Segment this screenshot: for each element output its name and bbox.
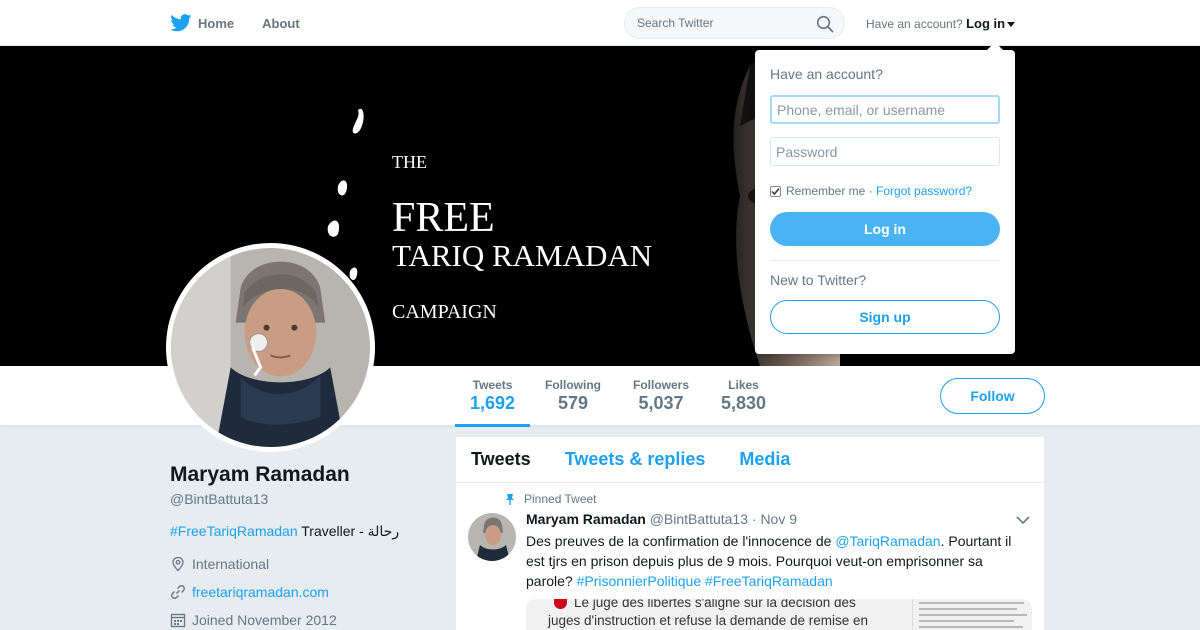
location-pin-icon (172, 556, 184, 572)
website-link[interactable]: freetariqramadan.com (192, 584, 329, 600)
remember-me-label[interactable]: Remember me (786, 184, 865, 198)
joined-text: Joined November 2012 (192, 612, 337, 628)
have-account-text: Have an account? (866, 17, 963, 31)
nav-about-link[interactable]: About (262, 16, 300, 31)
dropdown-title: Have an account? (770, 66, 883, 82)
chevron-down-icon[interactable] (1016, 515, 1030, 525)
tweet-mention-link[interactable]: @TariqRamadan (835, 533, 940, 549)
new-to-twitter-text: New to Twitter? (770, 272, 867, 288)
checkmark-icon (771, 187, 780, 195)
nav-home-link[interactable]: Home (198, 16, 234, 31)
search-input[interactable] (637, 16, 807, 30)
follow-button[interactable]: Follow (940, 378, 1045, 414)
media-document-right (912, 599, 1032, 630)
media-text-line (919, 614, 1027, 616)
media-text-line (919, 602, 1024, 604)
stat-label: Likes (728, 378, 759, 392)
media-line-2: juges d'instruction et refuse la demande… (548, 613, 869, 628)
tweet-author-handle[interactable]: @BintBattuta13 (650, 511, 748, 527)
media-document-left: Le juge des libertés s'aligne sur la déc… (526, 599, 910, 630)
media-text-line (919, 620, 1014, 622)
banner-name-text: TARIQ RAMADAN (392, 238, 652, 273)
stat-likes[interactable]: Likes 5,830 (721, 378, 766, 414)
tab-tweets-and-replies[interactable]: Tweets & replies (565, 449, 706, 470)
top-navigation-bar: Home About Have an account? Log in (0, 0, 1200, 46)
media-text-line (919, 608, 1017, 610)
search-box (624, 7, 845, 39)
remember-separator: · (865, 184, 877, 198)
username-field[interactable] (770, 95, 1000, 124)
tweet-header: Maryam Ramadan @BintBattuta13 · Nov 9 (526, 511, 797, 527)
login-button[interactable]: Log in (770, 212, 1000, 246)
remember-me-row: Remember me · Forgot password? (770, 184, 972, 198)
banner-free-text: FREE (392, 195, 495, 241)
banner-the-text: THE (392, 152, 427, 172)
bio-hashtag-link[interactable]: #FreeTariqRamadan (170, 523, 298, 539)
account-prompt: Have an account? Log in (866, 16, 1016, 31)
password-field[interactable] (770, 137, 1000, 166)
tweet-avatar[interactable] (468, 513, 516, 561)
nav-left: Home About (170, 0, 328, 46)
tweet-text-part-1: Des preuves de la confirmation de l'inno… (526, 533, 836, 549)
tweet-hashtag-link-2[interactable]: #FreeTariqRamadan (705, 573, 833, 589)
twitter-bird-icon[interactable] (170, 14, 192, 32)
profile-name: Maryam Ramadan (170, 463, 350, 486)
remember-me-checkbox[interactable] (770, 185, 781, 197)
timeline-tabs: Tweets Tweets & replies Media (456, 437, 1044, 483)
search-icon[interactable] (816, 15, 834, 33)
login-dropdown: Have an account? Remember me · Forgot pa… (755, 42, 1015, 354)
profile-location: International (170, 556, 269, 572)
profile-handle[interactable]: @BintBattuta13 (170, 491, 268, 507)
signup-button[interactable]: Sign up (770, 300, 1000, 334)
location-text: International (192, 556, 270, 572)
avatar-photo (171, 248, 370, 447)
calendar-icon (170, 613, 186, 628)
forgot-password-link[interactable]: Forgot password? (876, 184, 972, 198)
dropdown-divider (770, 260, 1000, 261)
red-bullet-icon (554, 599, 567, 609)
stat-label: Following (545, 378, 601, 392)
campaign-banner-art: THE FREE TARIQ RAMADAN CAMPAIGN (327, 108, 652, 323)
tweet-hashtag-link-1[interactable]: #PrisonnierPolitique (577, 573, 702, 589)
pin-icon (506, 494, 514, 505)
link-icon (171, 585, 185, 599)
banner-campaign-text: CAMPAIGN (392, 301, 497, 323)
tab-tweets[interactable]: Tweets (471, 449, 531, 470)
tweet-text: Des preuves de la confirmation de l'inno… (526, 531, 1026, 591)
stat-label: Tweets (472, 378, 513, 392)
stat-label: Followers (633, 378, 690, 392)
media-text-line (919, 626, 1023, 628)
profile-avatar[interactable] (166, 243, 375, 452)
stat-value: 1,692 (470, 393, 516, 413)
tweet-avatar-photo (468, 513, 516, 561)
stat-tweets[interactable]: Tweets 1,692 (454, 378, 531, 427)
tweet-media-image[interactable]: Le juge des libertés s'aligne sur la déc… (526, 599, 1032, 630)
profile-joined: Joined November 2012 (170, 612, 337, 628)
pinned-text: Pinned Tweet (524, 492, 597, 506)
profile-bio: #FreeTariqRamadan Traveller - رحالة (170, 523, 399, 540)
pinned-label: Pinned Tweet (504, 492, 597, 506)
profile-website: freetariqramadan.com (170, 584, 329, 600)
stat-value: 5,037 (638, 393, 684, 413)
bio-text: Traveller - رحالة (297, 523, 400, 539)
login-dropdown-toggle[interactable]: Log in (966, 16, 1016, 31)
tweet-author-name[interactable]: Maryam Ramadan (526, 511, 646, 527)
caret-down-icon (1007, 22, 1016, 28)
stat-following[interactable]: Following 579 (545, 378, 601, 414)
login-link-label: Log in (966, 16, 1006, 31)
tweet-date[interactable]: · Nov 9 (752, 511, 797, 527)
media-line-1: Le juge des libertés s'aligne sur la déc… (574, 599, 856, 610)
stat-value: 5,830 (721, 393, 767, 413)
stat-followers[interactable]: Followers 5,037 (633, 378, 689, 414)
tab-media[interactable]: Media (739, 449, 790, 470)
stat-value: 579 (557, 393, 589, 413)
